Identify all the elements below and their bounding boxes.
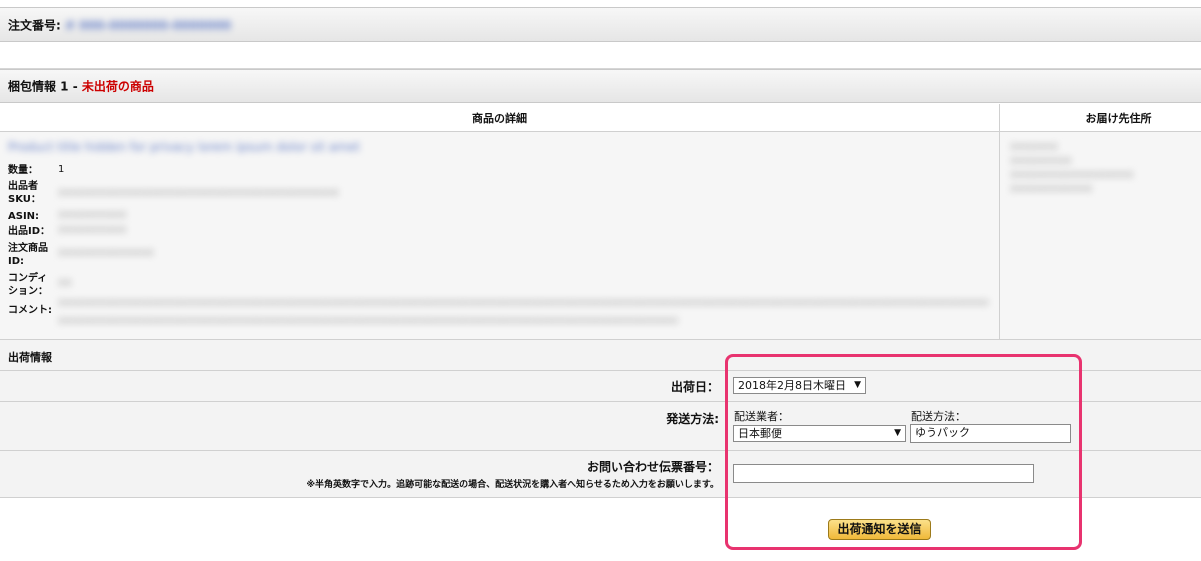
tracking-note: ※半角英数字で入力。追跡可能な配送の場合、配送状況を購入者へ知らせるため入力をお… [306,480,719,490]
order-item-id-value: XXXXXXXXXXXXXX [58,248,154,259]
condition-value: XX [58,278,72,289]
shipping-section-title: 出荷情報 [8,351,52,364]
comment-label: コメント: [8,305,52,316]
package-info-bar: 梱包情報 1 - 未出荷の商品 [0,69,1201,103]
order-number-label: 注文番号: [8,18,61,32]
service-input[interactable]: ゆうパック [910,424,1071,443]
column-header-detail: 商品の詳細 [0,104,1000,131]
address-line-2: XXXXXXXXX [1010,156,1072,167]
table-header: 商品の詳細 お届け先住所 [0,104,1201,132]
asin-value: XXXXXXXXXX [58,210,127,221]
carrier-value: 日本郵便 [738,427,782,440]
order-item-id-label: 注文商品ID: [8,243,48,267]
submit-shipment-button[interactable]: 出荷通知を送信 [828,519,931,540]
order-spacer [0,43,1201,69]
asin-label: ASIN: [8,211,40,222]
seller-sku-value: XXXXXXXXXXXXXXXXXXXXXXXXXXXXXXXXXXXXXXXX… [58,188,339,199]
qty-value: 1 [58,164,65,175]
ship-date-value: 2018年2月8日木曜日 [738,379,846,392]
qty-label: 数量： [8,165,38,176]
listing-id-value: XXXXXXXXXX [58,225,127,236]
address-line-3: XXXXXXXXXXXXXXXXXX [1010,170,1134,181]
ship-date-select[interactable]: 2018年2月8日木曜日 ▼ [733,377,866,394]
tracking-number-input[interactable] [733,464,1034,483]
carrier-select[interactable]: 日本郵便 ▼ [733,425,906,442]
dropdown-arrow-icon: ▼ [854,380,861,390]
seller-sku-label: 出品者SKU： [8,181,41,205]
condition-label: コンディション： [8,273,48,297]
ship-date-row: 出荷日： 2018年2月8日木曜日 ▼ [0,371,1201,402]
address-line-1: XXXXXXX [1010,142,1058,153]
ship-date-label: 出荷日： [670,380,719,394]
tracking-row: お問い合わせ伝票番号： ※半角英数字で入力。追跡可能な配送の場合、配送状況を購入… [0,451,1201,498]
dropdown-arrow-icon: ▼ [894,428,901,438]
carrier-label: 配送業者： [734,410,789,423]
shipping-section-header: 出荷情報 [0,340,1201,371]
package-status: 未出荷の商品 [81,79,154,94]
address-line-4: XXXXXXXXXXXX [1010,184,1093,195]
comment-line-1: XXXXXXXXXXXXXXXXXXXXXXXXXXXXXXXXXXXXXXXX… [58,298,988,309]
order-number-value: # 000-0000000-0000000 [65,18,232,32]
package-title: 梱包情報 1 [8,79,69,94]
column-header-address: お届け先住所 [1085,111,1152,125]
item-detail-cell: Product title hidden for privacy lorem i… [0,132,1000,340]
service-label: 配送方法： [911,410,966,423]
shipping-method-row: 発送方法: 配送業者： 日本郵便 ▼ 配送方法： ゆうパック [0,402,1201,451]
listing-id-label: 出品ID： [8,226,51,237]
package-separator: - [68,79,82,94]
comment-line-2: XXXXXXXXXXXXXXXXXXXXXXXXXXXXXXXXXXXXXXXX… [58,316,678,327]
tracking-label: お問い合わせ伝票番号： [586,460,719,474]
shipping-method-label: 発送方法: [666,412,719,426]
order-number-bar: 注文番号: # 000-0000000-0000000 [0,7,1201,42]
address-cell: XXXXXXX XXXXXXXXX XXXXXXXXXXXXXXXXXX XXX… [1000,132,1201,340]
item-title-link[interactable]: Product title hidden for privacy lorem i… [8,140,360,154]
